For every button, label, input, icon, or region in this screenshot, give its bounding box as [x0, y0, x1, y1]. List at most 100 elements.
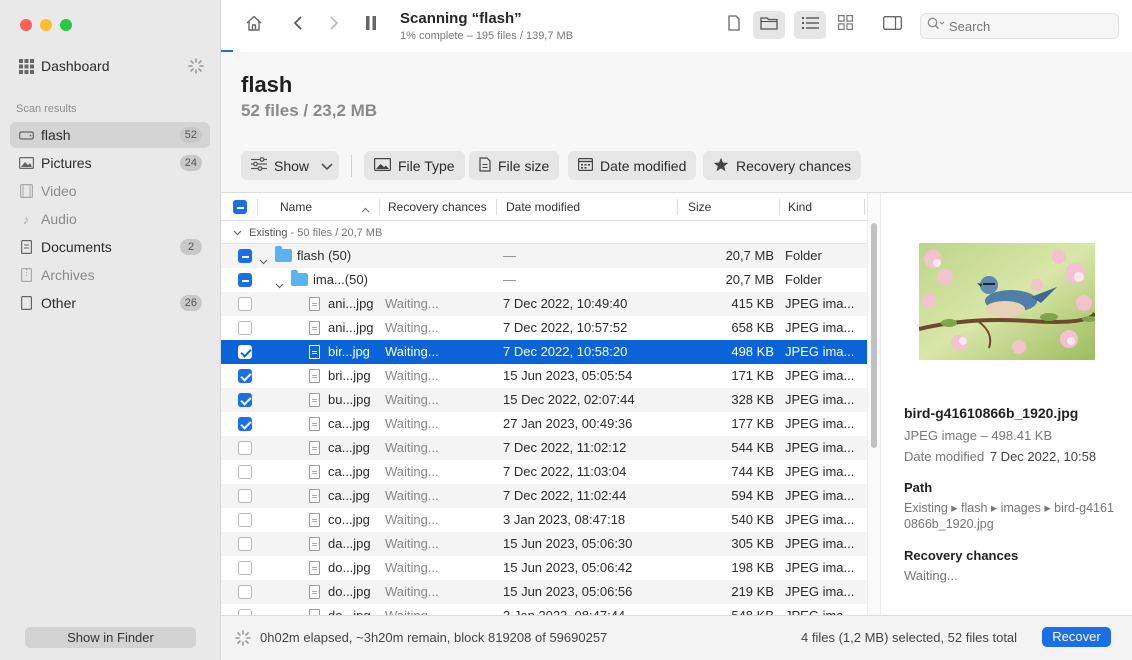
table-row[interactable]: ani...jpg Waiting... 7 Dec 2022, 10:49:4…	[221, 292, 867, 316]
column-size[interactable]: Size	[688, 193, 711, 221]
show-in-finder-button[interactable]: Show in Finder	[25, 627, 196, 648]
column-kind[interactable]: Kind	[788, 193, 812, 221]
files-view-button[interactable]	[723, 11, 745, 39]
select-all-checkbox[interactable]	[233, 200, 247, 214]
drive-icon	[18, 127, 34, 143]
sidebar-item-pictures[interactable]: Pictures 24	[10, 150, 210, 176]
file-size: 498 KB	[731, 344, 774, 359]
chevron-left-icon	[293, 15, 303, 36]
date-modified: 15 Jun 2023, 05:05:54	[503, 368, 633, 383]
scrollbar-thumb[interactable]	[871, 223, 877, 448]
sidebar-item-dashboard[interactable]: Dashboard	[10, 53, 210, 79]
row-checkbox[interactable]	[238, 273, 252, 287]
file-size: 177 KB	[731, 416, 774, 431]
row-checkbox[interactable]	[238, 585, 252, 599]
date-modified-filter[interactable]: Date modified	[568, 151, 697, 180]
search-field[interactable]	[920, 13, 1119, 39]
row-checkbox[interactable]	[238, 417, 252, 431]
table-row[interactable]: do...jpg Waiting... 3 Jan 2023, 08:47:44…	[221, 604, 867, 615]
table-row[interactable]: co...jpg Waiting... 3 Jan 2023, 08:47:18…	[221, 508, 867, 532]
document-icon	[728, 14, 740, 36]
row-checkbox[interactable]	[238, 561, 252, 575]
preview-path-value: Existing ▸ flash ▸ images ▸ bird-g416108…	[904, 501, 1114, 531]
file-kind: JPEG ima...	[785, 440, 855, 455]
group-header[interactable]: Existing - 50 files / 20,7 MB	[221, 222, 867, 244]
list-view-button[interactable]	[794, 11, 826, 39]
row-checkbox[interactable]	[238, 393, 252, 407]
table-row[interactable]: da...jpg Waiting... 15 Jun 2023, 05:06:3…	[221, 532, 867, 556]
close-window-button[interactable]	[20, 19, 32, 31]
pause-button[interactable]	[361, 11, 381, 39]
recovery-status: Waiting...	[385, 464, 439, 479]
table-row[interactable]: ca...jpg Waiting... 7 Dec 2022, 11:02:12…	[221, 436, 867, 460]
date-modified: 7 Dec 2022, 10:49:40	[503, 296, 628, 311]
row-checkbox[interactable]	[238, 465, 252, 479]
back-button[interactable]	[287, 11, 309, 39]
table-row[interactable]: ca...jpg Waiting... 27 Jan 2023, 00:49:3…	[221, 412, 867, 436]
minimize-window-button[interactable]	[40, 19, 52, 31]
pause-icon	[366, 15, 376, 35]
table-row[interactable]: bu...jpg Waiting... 15 Dec 2022, 02:07:4…	[221, 388, 867, 412]
column-name[interactable]: Name	[280, 193, 312, 221]
file-size-filter[interactable]: File size	[469, 151, 560, 180]
row-checkbox[interactable]	[238, 297, 252, 311]
folders-view-button[interactable]	[753, 11, 785, 39]
table-row[interactable]: bri...jpg Waiting... 15 Jun 2023, 05:05:…	[221, 364, 867, 388]
selection-status: 4 files (1,2 MB) selected, 52 files tota…	[801, 630, 1018, 645]
table-row[interactable]: bir...jpg Waiting... 7 Dec 2022, 10:58:2…	[221, 340, 867, 364]
file-kind: Folder	[785, 248, 822, 263]
folder-row[interactable]: flash (50) — 20,7 MB Folder	[221, 244, 867, 268]
row-checkbox[interactable]	[238, 321, 252, 335]
filter-label: Show	[274, 157, 310, 174]
home-button[interactable]	[241, 11, 267, 39]
count-badge: 2	[180, 239, 202, 255]
recovery-chances-filter[interactable]: Recovery chances	[703, 151, 862, 180]
table-row[interactable]: ca...jpg Waiting... 7 Dec 2022, 11:02:44…	[221, 484, 867, 508]
recovery-status: Waiting...	[385, 344, 439, 359]
row-checkbox[interactable]	[238, 249, 252, 263]
search-input[interactable]	[949, 18, 1109, 34]
row-checkbox[interactable]	[238, 369, 252, 383]
recover-button[interactable]: Recover	[1042, 627, 1111, 647]
file-size: 544 KB	[731, 440, 774, 455]
file-name: do...jpg	[328, 584, 371, 599]
row-checkbox[interactable]	[238, 513, 252, 527]
file-kind: JPEG ima...	[785, 604, 863, 615]
list-icon	[801, 16, 819, 34]
show-filter-button[interactable]: Show	[241, 151, 339, 180]
sidebar-item-audio[interactable]: ♪ Audio	[10, 206, 210, 232]
file-name: ca...jpg	[328, 464, 370, 479]
grid-view-button[interactable]	[834, 11, 856, 39]
table-row[interactable]: do...jpg Waiting... 15 Jun 2023, 05:06:5…	[221, 580, 867, 604]
group-label: Existing	[249, 227, 288, 239]
sidebar-item-documents[interactable]: Documents 2	[10, 234, 210, 260]
table-header: Name Recovery chances Date modified Size…	[221, 193, 867, 221]
file-name: flash (50)	[297, 248, 352, 263]
zoom-window-button[interactable]	[60, 19, 72, 31]
table-row[interactable]: ca...jpg Waiting... 7 Dec 2022, 11:03:04…	[221, 460, 867, 484]
column-recovery-chances[interactable]: Recovery chances	[388, 193, 487, 221]
file-name: bir...jpg	[328, 344, 370, 359]
sidebar-item-other[interactable]: Other 26	[10, 290, 210, 316]
sidebar-item-video[interactable]: Video	[10, 178, 210, 204]
file-type-filter[interactable]: File Type	[364, 151, 465, 180]
toggle-preview-button[interactable]	[880, 11, 904, 39]
film-icon	[18, 183, 34, 199]
table-row[interactable]: do...jpg Waiting... 15 Jun 2023, 05:06:4…	[221, 556, 867, 580]
row-checkbox[interactable]	[238, 537, 252, 551]
preview-path-heading: Path	[904, 480, 933, 495]
file-size: 305 KB	[731, 536, 774, 551]
sidebar-item-archives[interactable]: Archives	[10, 262, 210, 288]
folder-row[interactable]: ima...(50) — 20,7 MB Folder	[221, 268, 867, 292]
file-name: ca...jpg	[328, 416, 370, 431]
forward-button[interactable]	[323, 11, 345, 39]
table-row[interactable]: ani...jpg Waiting... 7 Dec 2022, 10:57:5…	[221, 316, 867, 340]
sidebar-right-icon	[882, 15, 902, 35]
sidebar-item-flash[interactable]: flash 52	[10, 122, 210, 148]
file-kind: JPEG ima...	[785, 536, 855, 551]
file-size: 415 KB	[731, 296, 774, 311]
column-date-modified[interactable]: Date modified	[506, 193, 580, 221]
row-checkbox[interactable]	[238, 441, 252, 455]
row-checkbox[interactable]	[238, 489, 252, 503]
row-checkbox[interactable]	[238, 345, 252, 359]
